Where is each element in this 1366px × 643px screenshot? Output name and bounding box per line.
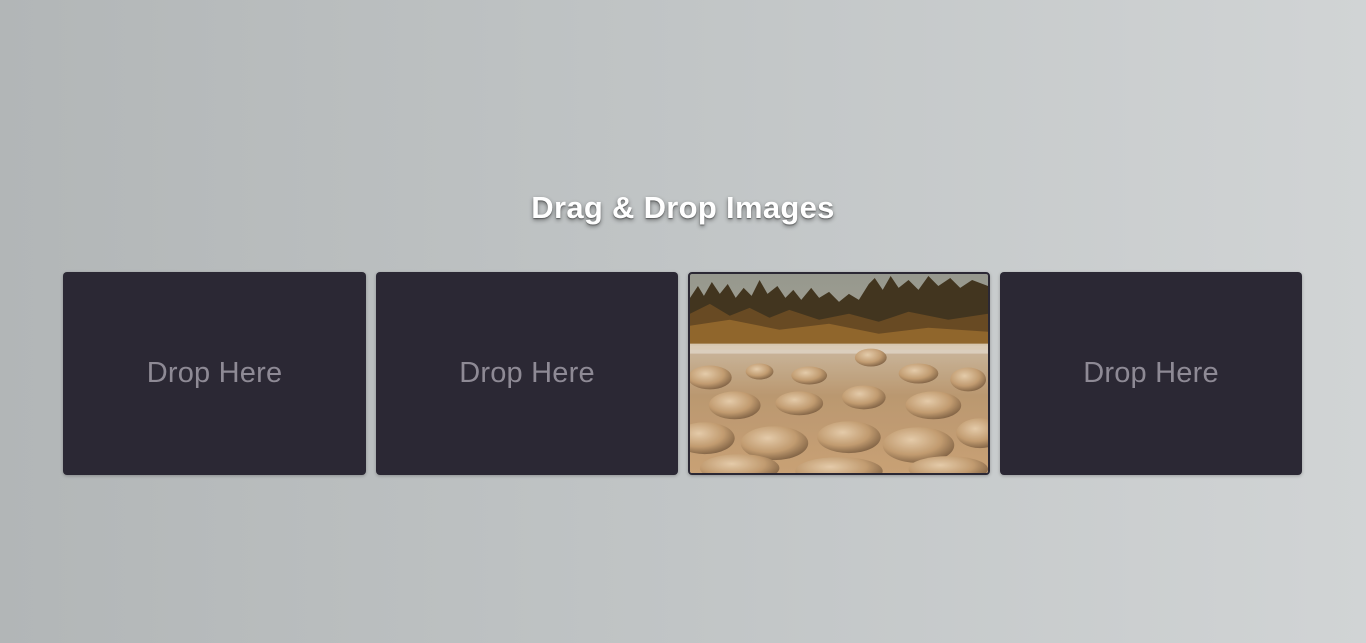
drop-zone-3[interactable] [688, 272, 990, 475]
drop-zone-label: Drop Here [1083, 357, 1219, 389]
drop-zone-4[interactable]: Drop Here [1000, 272, 1302, 475]
drop-zone-1[interactable]: Drop Here [63, 272, 366, 475]
rocky-riverbed-forest-photo[interactable] [690, 274, 988, 473]
page-title: Drag & Drop Images [531, 190, 835, 225]
drop-zone-2[interactable]: Drop Here [376, 272, 678, 475]
drop-zones: Drop Here Drop Here Drop Here [63, 272, 1302, 475]
drop-zone-label: Drop Here [146, 357, 283, 389]
drop-zone-label: Drop Here [459, 357, 595, 389]
